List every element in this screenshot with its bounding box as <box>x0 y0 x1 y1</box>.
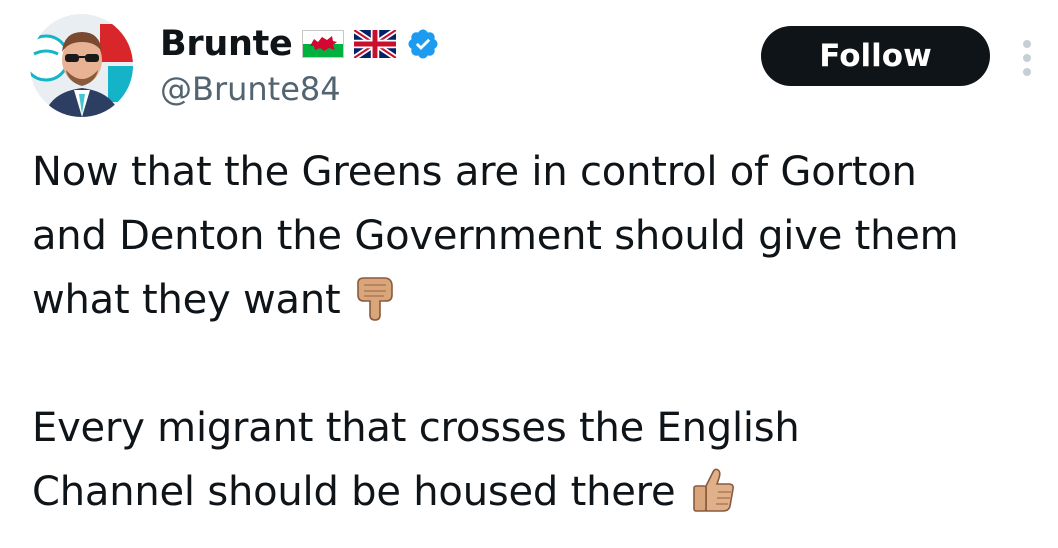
tweet-line: Channel should be housed there <box>32 469 676 515</box>
tweet-card: Brunte @Brunte84 Follow Now that the Gre… <box>0 0 1058 548</box>
tweet-line-with-emoji: what they want <box>32 268 1052 332</box>
tweet-text: Now that the Greens are in control of Go… <box>32 140 1052 524</box>
tweet-line-with-emoji: Channel should be housed there <box>32 460 1052 524</box>
dot <box>1023 40 1031 48</box>
thumbs-up-icon <box>693 468 735 512</box>
follow-button[interactable]: Follow <box>761 26 990 86</box>
verified-badge-icon[interactable] <box>406 27 440 61</box>
author-name-row: Brunte <box>160 18 440 70</box>
avatar[interactable] <box>30 14 133 117</box>
tweet-line: Now that the Greens are in control of Go… <box>32 149 917 195</box>
author-name[interactable]: Brunte <box>160 24 293 64</box>
dot <box>1023 54 1031 62</box>
uk-flag-icon <box>354 30 397 58</box>
backhand-index-pointing-down-icon <box>357 277 394 321</box>
wales-flag-icon <box>302 30 345 58</box>
dot <box>1023 68 1031 76</box>
tweet-line: and Denton the Government should give th… <box>32 213 959 259</box>
more-vertical-icon[interactable] <box>1016 40 1038 76</box>
author-handle[interactable]: @Brunte84 <box>160 70 341 108</box>
tweet-line: Every migrant that crosses the English <box>32 405 800 451</box>
tweet-line: what they want <box>32 277 341 323</box>
